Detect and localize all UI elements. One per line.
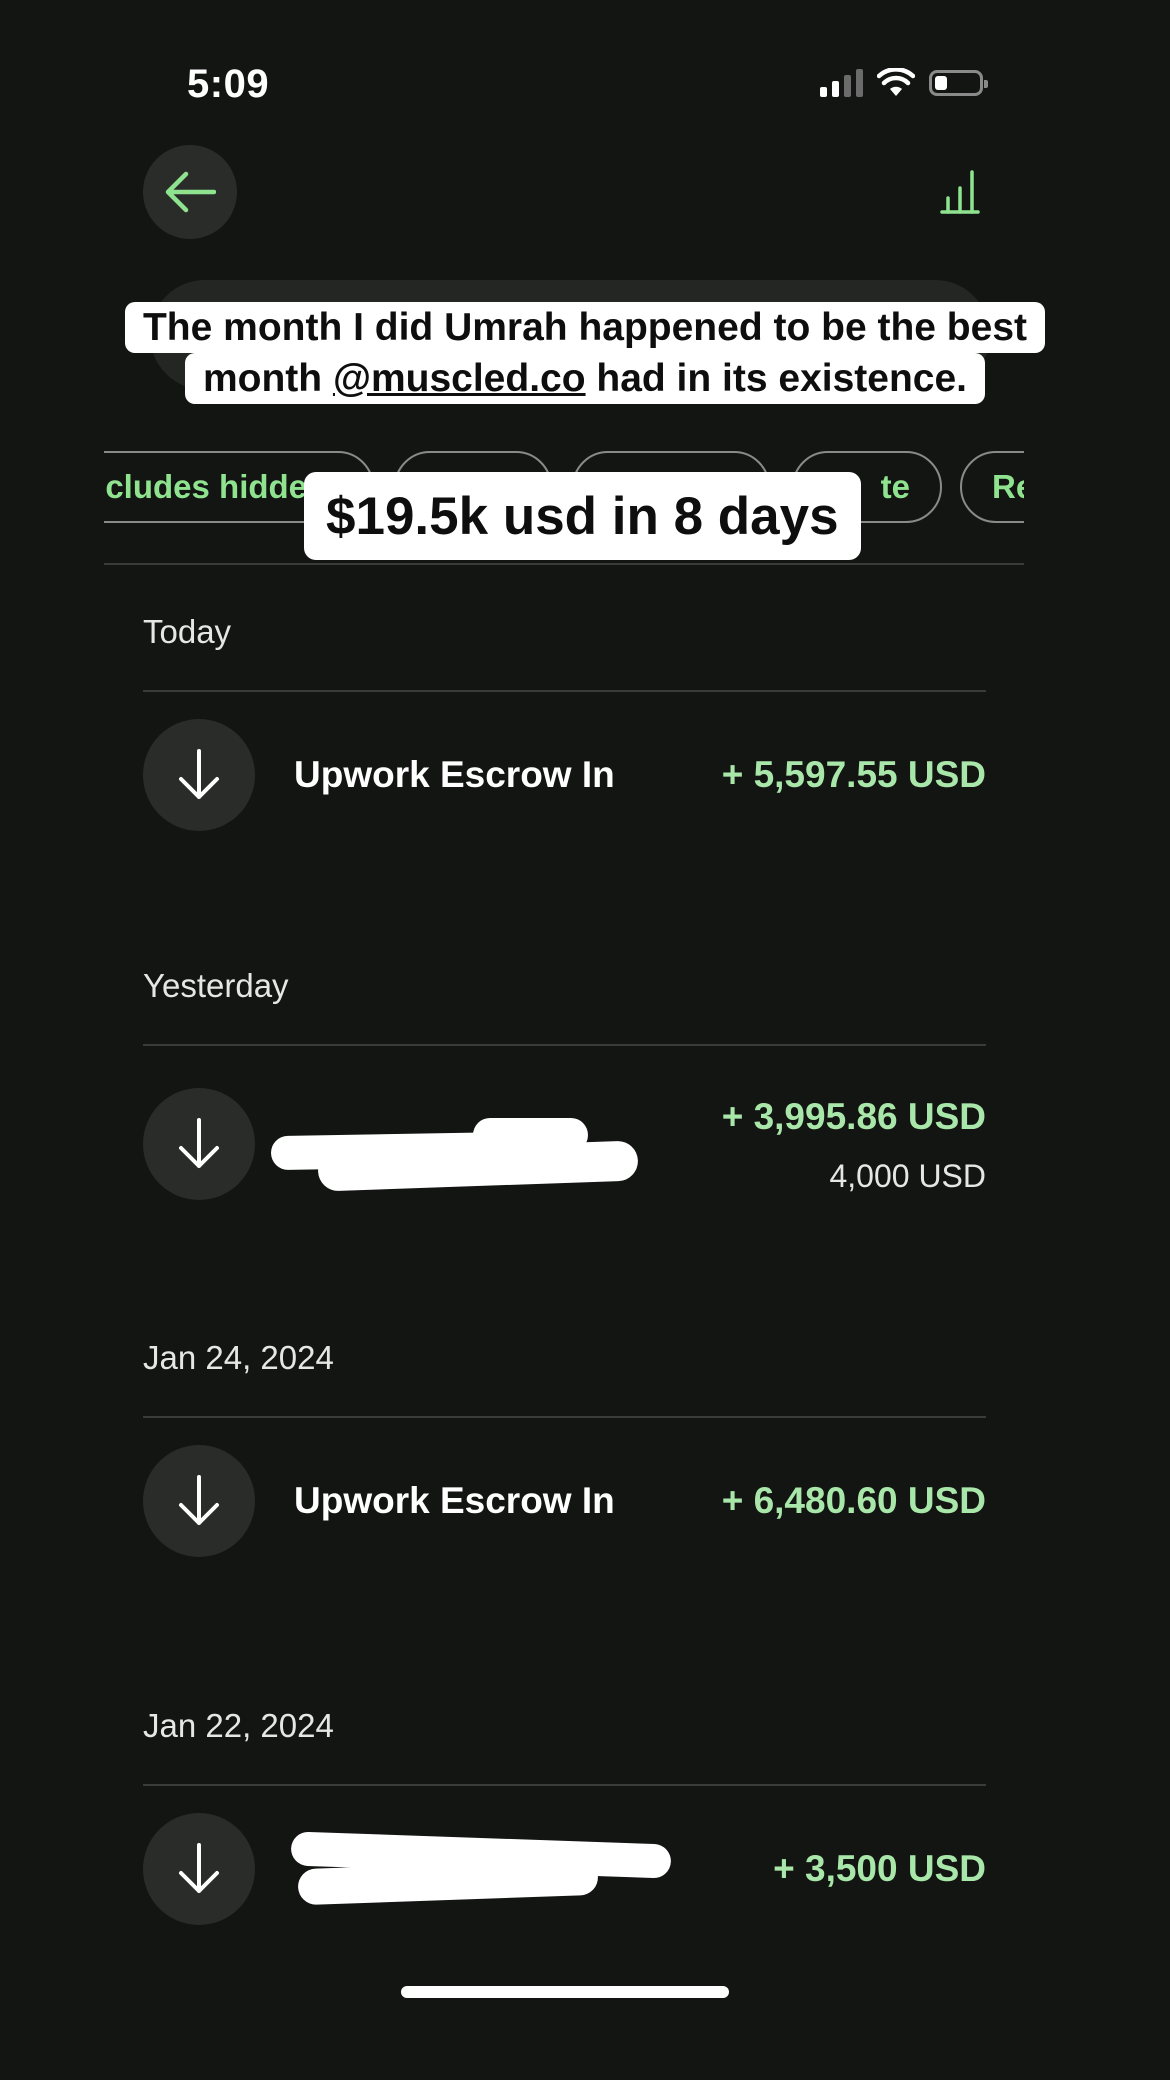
section-date: Jan 22, 2024 xyxy=(143,1707,334,1744)
section-date: Today xyxy=(143,613,232,650)
filter-chip[interactable]: Re xyxy=(960,451,1024,523)
transaction-icon-circle xyxy=(143,1445,255,1557)
back-button[interactable] xyxy=(143,145,237,239)
transaction-icon-circle xyxy=(143,719,255,831)
cellular-signal-icon xyxy=(820,69,863,97)
status-icons xyxy=(820,68,988,98)
status-time: 5:09 xyxy=(187,62,270,106)
date-section: Yesterday + 3,995.86 USD 4,000 USD xyxy=(143,956,986,1266)
overlay-caption: The month I did Umrah happened to be the… xyxy=(0,302,1170,404)
home-indicator[interactable] xyxy=(401,1986,729,1998)
arrow-down-icon xyxy=(179,1475,219,1525)
overlay-headline: $19.5k usd in 8 days xyxy=(304,472,861,560)
divider xyxy=(104,563,1024,565)
wifi-icon xyxy=(877,68,915,96)
transaction-amount: + 5,597.55 USD xyxy=(721,754,986,795)
arrow-down-icon xyxy=(179,749,219,799)
battery-icon xyxy=(929,70,988,96)
arrow-down-icon xyxy=(179,1118,219,1168)
redaction-mark xyxy=(473,1118,588,1152)
arrow-left-icon xyxy=(165,171,216,213)
date-section: Jan 24, 2024 Upwork Escrow In + 6,480.60… xyxy=(143,1328,986,1618)
date-section: Jan 22, 2024 + 3,500 USD xyxy=(143,1696,986,1986)
caption-line-2: month @muscled.co had in its existence. xyxy=(184,353,986,404)
transaction-row[interactable]: + 3,995.86 USD 4,000 USD xyxy=(143,1046,986,1266)
transaction-row[interactable]: + 3,500 USD xyxy=(143,1786,986,1986)
bar-chart-icon[interactable] xyxy=(940,168,980,214)
date-section: Today Upwork Escrow In + 5,597.55 USD xyxy=(143,602,986,892)
transaction-amount: + 6,480.60 USD xyxy=(721,1480,986,1521)
transaction-amount: + 3,500 USD xyxy=(773,1848,986,1889)
transaction-amount: + 3,995.86 USD xyxy=(721,1096,986,1137)
section-date: Yesterday xyxy=(143,967,289,1004)
transaction-icon-circle xyxy=(143,1813,255,1925)
transaction-original-amount: 4,000 USD xyxy=(829,1158,986,1194)
arrow-down-icon xyxy=(179,1843,219,1893)
transaction-name: Upwork Escrow In xyxy=(294,754,615,795)
transaction-row[interactable]: Upwork Escrow In + 5,597.55 USD xyxy=(143,692,986,892)
transaction-name: Upwork Escrow In xyxy=(294,1480,615,1521)
transaction-row[interactable]: Upwork Escrow In + 6,480.60 USD xyxy=(143,1418,986,1618)
transaction-icon-circle xyxy=(143,1088,255,1200)
section-date: Jan 24, 2024 xyxy=(143,1339,334,1376)
caption-line-1: The month I did Umrah happened to be the… xyxy=(124,302,1046,353)
caption-link: @muscled.co xyxy=(332,357,586,400)
